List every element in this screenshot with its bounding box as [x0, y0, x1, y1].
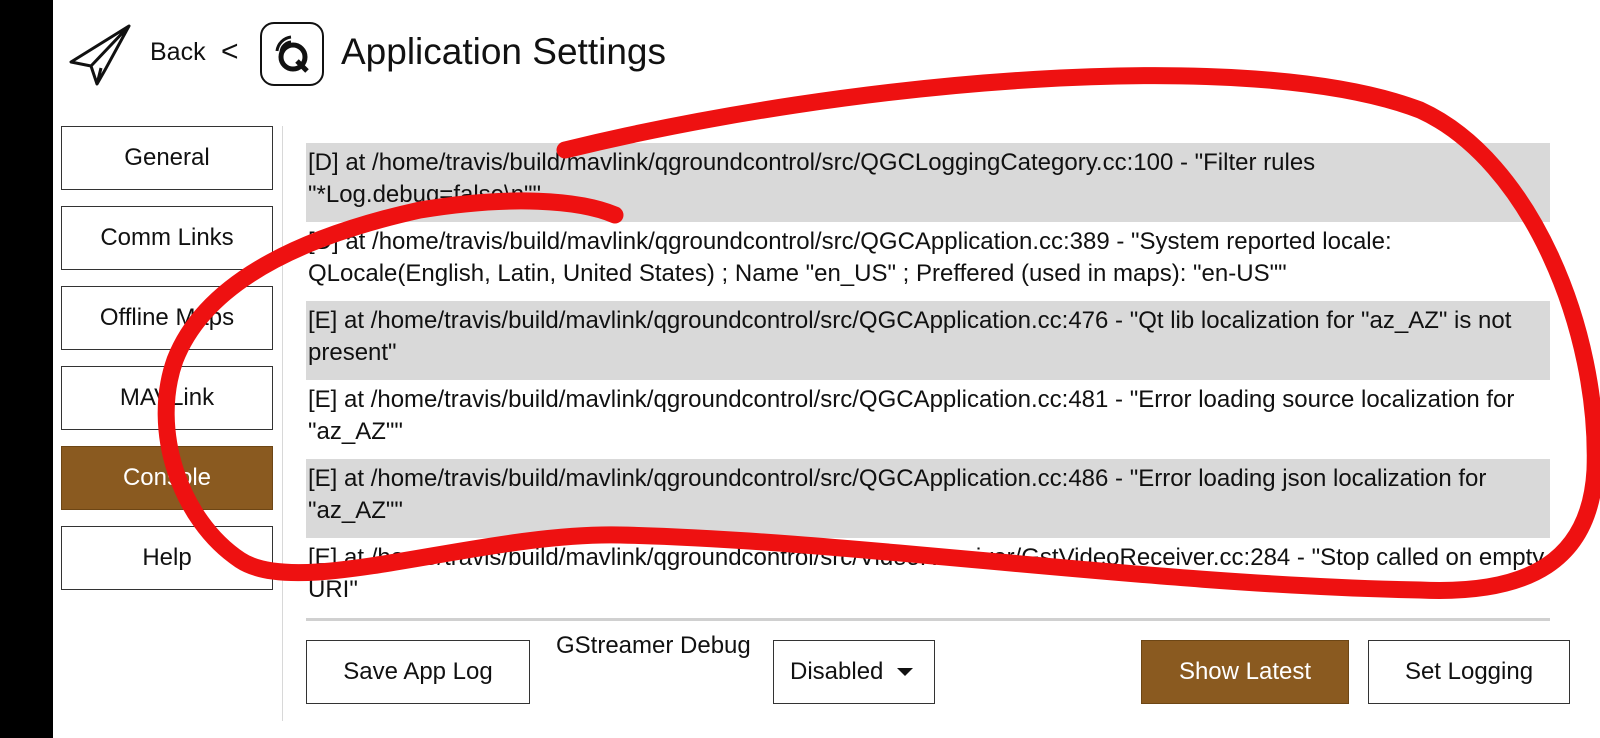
sidebar-item-comm-links[interactable]: Comm Links [61, 206, 273, 270]
sidebar-item-mavlink[interactable]: MAVLink [61, 366, 273, 430]
chevron-left-icon[interactable]: < [221, 35, 239, 69]
divider [282, 126, 283, 721]
sidebar-item-console[interactable]: Console [61, 446, 273, 510]
sidebar-item-general[interactable]: General [61, 126, 273, 190]
show-latest-button[interactable]: Show Latest [1141, 640, 1349, 704]
log-line: [E] at /home/travis/build/mavlink/qgroun… [306, 459, 1550, 538]
save-app-log-button[interactable]: Save App Log [306, 640, 530, 704]
console-log[interactable]: [D] at /home/travis/build/mavlink/qgroun… [306, 143, 1550, 617]
set-logging-button[interactable]: Set Logging [1368, 640, 1570, 704]
gstreamer-debug-label: GStreamer Debug [556, 632, 751, 659]
gstreamer-debug-select[interactable]: Disabled [773, 640, 935, 704]
sidebar-item-offline-maps[interactable]: Offline Maps [61, 286, 273, 350]
qgc-logo-icon [260, 22, 324, 86]
log-line: [D] at /home/travis/build/mavlink/qgroun… [306, 143, 1550, 222]
sidebar-item-help[interactable]: Help [61, 526, 273, 590]
log-line: [D] at /home/travis/build/mavlink/qgroun… [308, 228, 1392, 287]
log-scroll-edge [306, 618, 1550, 621]
back-label[interactable]: Back [150, 38, 206, 67]
paper-plane-icon[interactable] [67, 22, 133, 88]
page-title: Application Settings [341, 31, 666, 72]
log-line: [E] at /home/travis/build/mavlink/qgroun… [308, 544, 1545, 603]
log-line: [E] at /home/travis/build/mavlink/qgroun… [308, 386, 1515, 445]
gstreamer-debug-value: Disabled [790, 658, 884, 685]
header: Back < Application Settings [53, 0, 1600, 110]
caret-down-icon [897, 668, 914, 676]
log-line: [E] at /home/travis/build/mavlink/qgroun… [306, 301, 1550, 380]
app-window: Back < Application Settings General Comm… [53, 0, 1600, 738]
